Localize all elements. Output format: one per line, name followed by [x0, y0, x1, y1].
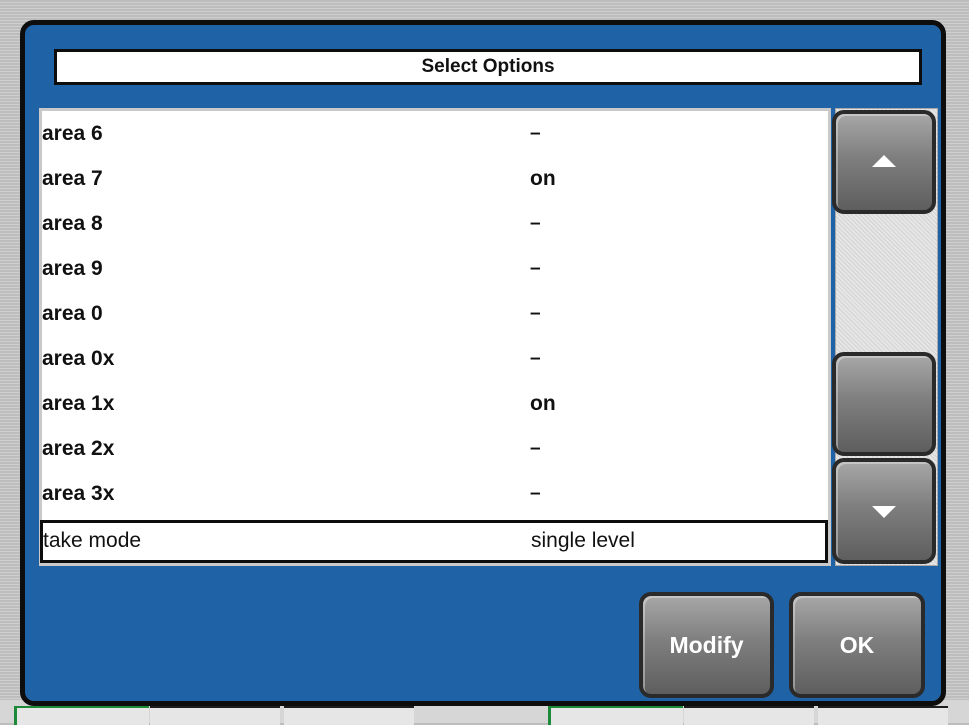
list-item[interactable]: area 6 –: [42, 111, 828, 156]
option-value: –: [530, 438, 541, 459]
ok-button[interactable]: OK: [789, 592, 925, 698]
option-name: area 0x: [42, 347, 115, 370]
list-item[interactable]: area 7 on: [42, 156, 828, 201]
list-item[interactable]: area 8 –: [42, 201, 828, 246]
option-value: –: [530, 483, 541, 504]
option-name: area 7: [42, 167, 103, 190]
list-item-selected[interactable]: take mode single level: [40, 520, 828, 563]
scroll-up-button[interactable]: [832, 110, 936, 214]
triangle-up-icon: [872, 155, 896, 167]
list-item[interactable]: area 0x –: [42, 336, 828, 381]
list-item[interactable]: area 3x –: [42, 471, 828, 516]
list-item[interactable]: area 1x on: [42, 381, 828, 426]
select-options-dialog: Select Options area 6 – area 7 on area 8…: [20, 20, 946, 706]
bottom-tab[interactable]: [684, 706, 814, 725]
bottom-tab[interactable]: [548, 706, 683, 725]
option-value: –: [530, 303, 541, 324]
option-name: area 2x: [42, 437, 115, 460]
option-value: –: [530, 348, 541, 369]
scroll-down-button[interactable]: [832, 458, 936, 564]
modify-button[interactable]: Modify: [639, 592, 774, 698]
bottom-tab[interactable]: [150, 706, 280, 725]
option-name: area 9: [42, 257, 103, 280]
bottom-tab[interactable]: [14, 706, 149, 725]
option-value: single level: [531, 529, 635, 552]
option-name: take mode: [43, 529, 142, 552]
option-value: on: [530, 392, 556, 415]
option-value: –: [530, 258, 541, 279]
option-value: on: [530, 167, 556, 190]
option-name: area 6: [42, 122, 103, 145]
dialog-title: Select Options: [54, 49, 922, 85]
options-list[interactable]: area 6 – area 7 on area 8 – area 9 – are…: [39, 108, 831, 566]
option-name: area 0: [42, 302, 103, 325]
list-item[interactable]: area 9 –: [42, 246, 828, 291]
triangle-down-icon: [872, 506, 896, 518]
bottom-tab[interactable]: [284, 706, 414, 725]
list-item[interactable]: area 2x –: [42, 426, 828, 471]
bottom-tab[interactable]: [818, 706, 948, 725]
scrollbar-thumb[interactable]: [832, 352, 936, 456]
option-name: area 3x: [42, 482, 115, 505]
option-name: area 8: [42, 212, 103, 235]
option-value: –: [530, 213, 541, 234]
list-item[interactable]: area 0 –: [42, 291, 828, 336]
option-value: –: [530, 123, 541, 144]
option-name: area 1x: [42, 392, 115, 415]
